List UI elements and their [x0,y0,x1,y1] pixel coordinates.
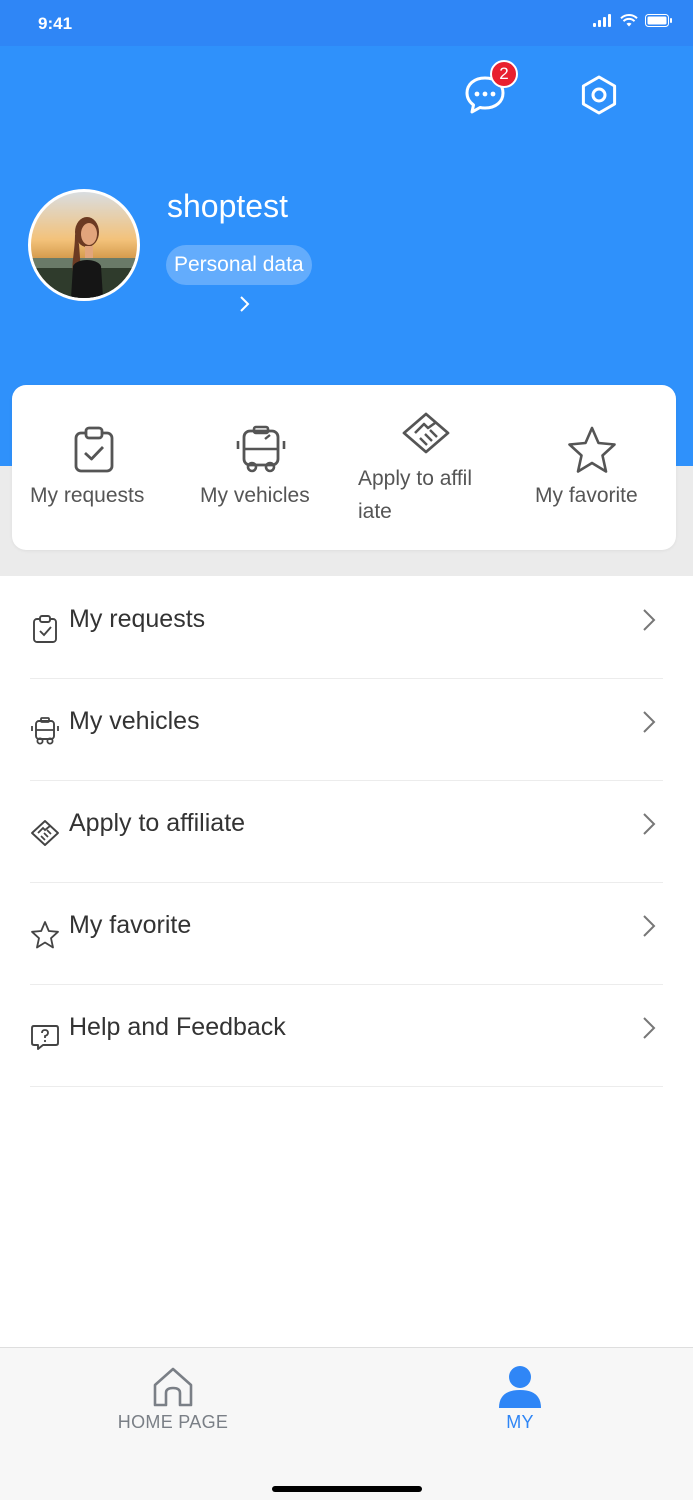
tab-home-label: HOME PAGE [117,1412,229,1432]
handshake-icon [31,820,59,846]
chevron-right-icon[interactable] [236,294,252,314]
quick-actions-card: My requests My vehicles Apply to affil i… [12,385,676,550]
clipboard-check-icon [74,426,114,473]
home-icon [153,1367,193,1407]
tab-home[interactable]: HOME PAGE [0,1348,346,1448]
home-indicator [272,1486,422,1492]
status-time: 9:41 [38,14,73,33]
quick-action-apply-affiliate[interactable]: Apply to affil iate [344,385,510,550]
star-icon [568,426,616,473]
username: shoptest [167,188,288,224]
star-icon [31,921,59,949]
handshake-icon [402,412,450,454]
quick-action-label: My requests [30,484,145,507]
settings-button[interactable] [576,72,622,118]
quick-action-label: My vehicles [200,484,310,507]
tab-bar: HOME PAGE MY [0,1347,693,1500]
menu-item-my-favorite[interactable]: My favorite [0,883,693,985]
menu-item-help-feedback[interactable]: Help and Feedback [0,985,693,1087]
menu-item-my-requests[interactable]: My requests [0,577,693,679]
tab-my[interactable]: MY [347,1348,693,1448]
menu-list: My requests My vehicles Apply to affilia… [0,577,693,1087]
gear-icon [581,75,617,115]
menu-item-my-vehicles[interactable]: My vehicles [0,679,693,781]
chevron-right-icon [643,711,656,733]
quick-action-label: My favorite [535,484,638,507]
divider [30,1086,663,1087]
quick-action-my-vehicles[interactable]: My vehicles [178,385,344,550]
bus-icon [236,425,286,473]
menu-item-label: My requests [69,605,206,633]
chevron-right-icon [643,813,656,835]
clipboard-check-icon [33,615,57,643]
message-count-badge: 2 [490,60,518,88]
personal-data-button[interactable]: Personal data [166,245,312,285]
tab-my-label: MY [506,1412,534,1432]
help-chat-icon [31,1025,59,1050]
quick-action-label-line2: iate [358,500,392,523]
menu-item-label: My favorite [69,911,192,939]
bus-icon [31,717,59,745]
signal-icon [593,14,611,27]
menu-item-label: Apply to affiliate [69,809,246,837]
wifi-icon [620,14,638,27]
chevron-right-icon [643,915,656,937]
chevron-right-icon [643,609,656,631]
status-bar: 9:41 [0,0,693,46]
menu-item-label: Help and Feedback [69,1013,286,1041]
status-icons [593,14,673,27]
menu-item-apply-affiliate[interactable]: Apply to affiliate [0,781,693,883]
menu-item-label: My vehicles [69,707,200,735]
quick-action-my-requests[interactable]: My requests [12,385,178,550]
battery-icon [645,14,672,27]
quick-action-my-favorite[interactable]: My favorite [510,385,676,550]
user-icon [499,1366,541,1408]
quick-action-label: Apply to affil [358,467,473,490]
avatar-photo [31,192,137,298]
avatar[interactable] [28,189,140,301]
chevron-right-icon [643,1017,656,1039]
